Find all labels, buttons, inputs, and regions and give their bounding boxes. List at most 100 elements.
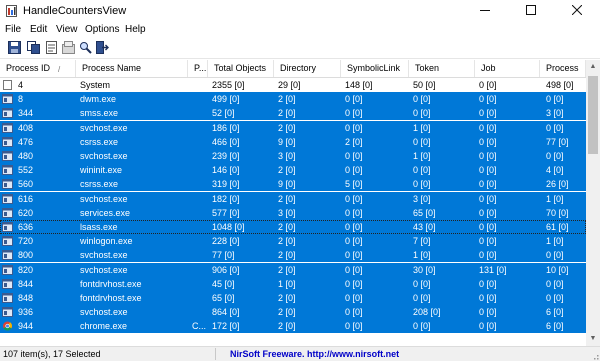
- column-header-job[interactable]: Job: [475, 60, 540, 77]
- symboliclink-cell: 0 [0]: [345, 193, 363, 204]
- table-row[interactable]: 408 svchost.exe 186 [0] 2 [0] 0 [0] 1 [0] 0 [0…: [0, 120, 586, 135]
- table-row[interactable]: 800 svchost.exe 77 [0] 2 [0] 0 [0] 1 [0] 0 [0]…: [0, 248, 586, 263]
- table-row[interactable]: 552 wininit.exe 146 [0] 2 [0] 0 [0] 0 [0] 0 [0…: [0, 163, 586, 178]
- column-header-total-objects[interactable]: Total Objects: [208, 60, 274, 77]
- process-id-cell: 636: [18, 222, 34, 232]
- close-button[interactable]: [554, 0, 600, 22]
- table-row[interactable]: 344 smss.exe 52 [0] 2 [0] 0 [0] 0 [0] 0 [0] 3 […: [0, 106, 586, 121]
- table-row[interactable]: 476 csrss.exe 466 [0] 9 [0] 2 [0] 0 [0] 0 [0] 7…: [0, 134, 586, 149]
- directory-cell: 29 [0]: [278, 80, 301, 90]
- process-name-cell: chrome.exe: [80, 321, 128, 332]
- directory-cell: 2 [0]: [278, 108, 296, 119]
- scroll-down-arrow-icon[interactable]: ▼: [586, 332, 600, 346]
- maximize-button[interactable]: [508, 0, 554, 22]
- process-count-cell: 4 [0]: [546, 165, 564, 176]
- token-cell: 1 [0]: [413, 151, 431, 161]
- process-id-cell: 476: [18, 136, 34, 147]
- path-cell: C...: [192, 321, 207, 332]
- save-icon[interactable]: [8, 41, 21, 54]
- column-header-process-id[interactable]: Process ID /: [0, 60, 76, 77]
- column-header-directory[interactable]: Directory: [274, 60, 341, 77]
- symboliclink-cell: 0 [0]: [345, 94, 363, 105]
- menu-view[interactable]: View: [56, 24, 78, 35]
- handle-counters-table[interactable]: Process ID / Process Name P... Total Obj…: [0, 60, 586, 346]
- total-objects-cell: 146 [0]: [212, 165, 240, 176]
- menu-file[interactable]: File: [5, 24, 21, 35]
- close-icon: [571, 4, 583, 16]
- process-id-cell: 344: [18, 108, 34, 119]
- symboliclink-cell: 0 [0]: [345, 321, 363, 332]
- menu-help[interactable]: Help: [125, 24, 146, 35]
- table-row[interactable]: 944 chrome.exe C... 172 [0] 2 [0] 0 [0] 0 [0] 0…: [0, 319, 586, 334]
- process-icon: [2, 264, 13, 275]
- properties-icon[interactable]: [45, 41, 58, 54]
- column-header-token[interactable]: Token: [409, 60, 475, 77]
- directory-cell: 2 [0]: [278, 307, 296, 318]
- job-cell: 0 [0]: [479, 293, 497, 303]
- resize-grip-icon[interactable]: [591, 352, 599, 360]
- total-objects-cell: 864 [0]: [212, 307, 240, 318]
- directory-cell: 2 [0]: [278, 293, 296, 303]
- table-row[interactable]: 936 svchost.exe 864 [0] 2 [0] 0 [0] 208 [0] 0 …: [0, 305, 586, 320]
- minimize-icon: [480, 10, 490, 11]
- minimize-button[interactable]: [462, 0, 508, 22]
- table-row[interactable]: 560 csrss.exe 319 [0] 9 [0] 5 [0] 0 [0] 0 [0] 2…: [0, 177, 586, 192]
- column-header-symboliclink[interactable]: SymbolicLink: [341, 60, 409, 77]
- scroll-up-arrow-icon[interactable]: ▲: [586, 60, 600, 74]
- table-row[interactable]: 820 svchost.exe 906 [0] 2 [0] 0 [0] 30 [0] 131…: [0, 262, 586, 277]
- token-cell: 30 [0]: [413, 264, 436, 275]
- title-bar: HandleCountersView: [0, 0, 600, 23]
- process-id-cell: 8: [18, 94, 24, 105]
- process-icon: [2, 250, 13, 261]
- process-icon: [2, 136, 13, 147]
- directory-cell: 3 [0]: [278, 207, 296, 218]
- directory-cell: 9 [0]: [278, 179, 296, 190]
- process-id-cell: 820: [18, 264, 34, 275]
- table-row[interactable]: 4 System 2355 [0] 29 [0] 148 [0] 50 [0] 0 [0] 4…: [0, 78, 586, 92]
- vertical-scrollbar[interactable]: ▲ ▼: [586, 60, 600, 346]
- scroll-thumb[interactable]: [588, 76, 598, 154]
- menu-options[interactable]: Options: [85, 24, 119, 35]
- column-header-process-name[interactable]: Process Name: [76, 60, 188, 77]
- directory-cell: 2 [0]: [278, 193, 296, 204]
- process-count-cell: 1 [0]: [546, 193, 564, 204]
- process-icon: [2, 94, 13, 105]
- column-header-path[interactable]: P...: [188, 60, 208, 77]
- find-icon[interactable]: [79, 41, 92, 54]
- process-count-cell: 0 [0]: [546, 250, 564, 261]
- table-row[interactable]: 720 winlogon.exe 228 [0] 2 [0] 0 [0] 7 [0] 0 […: [0, 234, 586, 249]
- process-name-cell: services.exe: [80, 207, 131, 218]
- process-count-cell: 0 [0]: [546, 151, 564, 161]
- process-id-cell: 480: [18, 151, 34, 161]
- symboliclink-cell: 0 [0]: [345, 222, 363, 232]
- table-row[interactable]: 8 dwm.exe 499 [0] 2 [0] 0 [0] 0 [0] 0 [0] 0 [0]: [0, 92, 586, 107]
- symboliclink-cell: 148 [0]: [345, 80, 373, 90]
- process-id-cell: 616: [18, 193, 34, 204]
- exit-icon[interactable]: [96, 41, 109, 54]
- table-row[interactable]: 480 svchost.exe 239 [0] 3 [0] 0 [0] 1 [0] 0 [0…: [0, 149, 586, 163]
- total-objects-cell: 577 [0]: [212, 207, 240, 218]
- menu-edit[interactable]: Edit: [30, 24, 47, 35]
- symboliclink-cell: 2 [0]: [345, 136, 363, 147]
- job-cell: 0 [0]: [479, 321, 497, 332]
- directory-cell: 9 [0]: [278, 136, 296, 147]
- symboliclink-cell: 0 [0]: [345, 165, 363, 176]
- symboliclink-cell: 0 [0]: [345, 236, 363, 247]
- nirsoft-link[interactable]: NirSoft Freeware. http://www.nirsoft.net: [230, 348, 399, 360]
- copy-icon[interactable]: [27, 41, 40, 54]
- table-row[interactable]: 844 fontdrvhost.exe 45 [0] 1 [0] 0 [0] 0 [0] 0…: [0, 276, 586, 291]
- html-report-icon[interactable]: [62, 41, 75, 54]
- blank-process-icon: [3, 80, 12, 90]
- table-row[interactable]: 620 services.exe 577 [0] 3 [0] 0 [0] 65 [0] 0 …: [0, 205, 586, 220]
- total-objects-cell: 2355 [0]: [212, 80, 245, 90]
- column-header-process[interactable]: Process: [540, 60, 586, 77]
- token-cell: 7 [0]: [413, 236, 431, 247]
- item-count-status: 107 item(s), 17 Selected: [3, 348, 216, 360]
- table-row[interactable]: 848 fontdrvhost.exe 65 [0] 2 [0] 0 [0] 0 [0] 0…: [0, 291, 586, 305]
- table-row[interactable]: 616 svchost.exe 182 [0] 2 [0] 0 [0] 3 [0] 0 [0…: [0, 191, 586, 206]
- symboliclink-cell: 0 [0]: [345, 278, 363, 289]
- process-name-cell: lsass.exe: [80, 222, 118, 232]
- token-cell: 43 [0]: [413, 222, 436, 232]
- table-row[interactable]: 636 lsass.exe 1048 [0] 2 [0] 0 [0] 43 [0] 0 [0…: [0, 220, 586, 234]
- job-cell: 0 [0]: [479, 122, 497, 133]
